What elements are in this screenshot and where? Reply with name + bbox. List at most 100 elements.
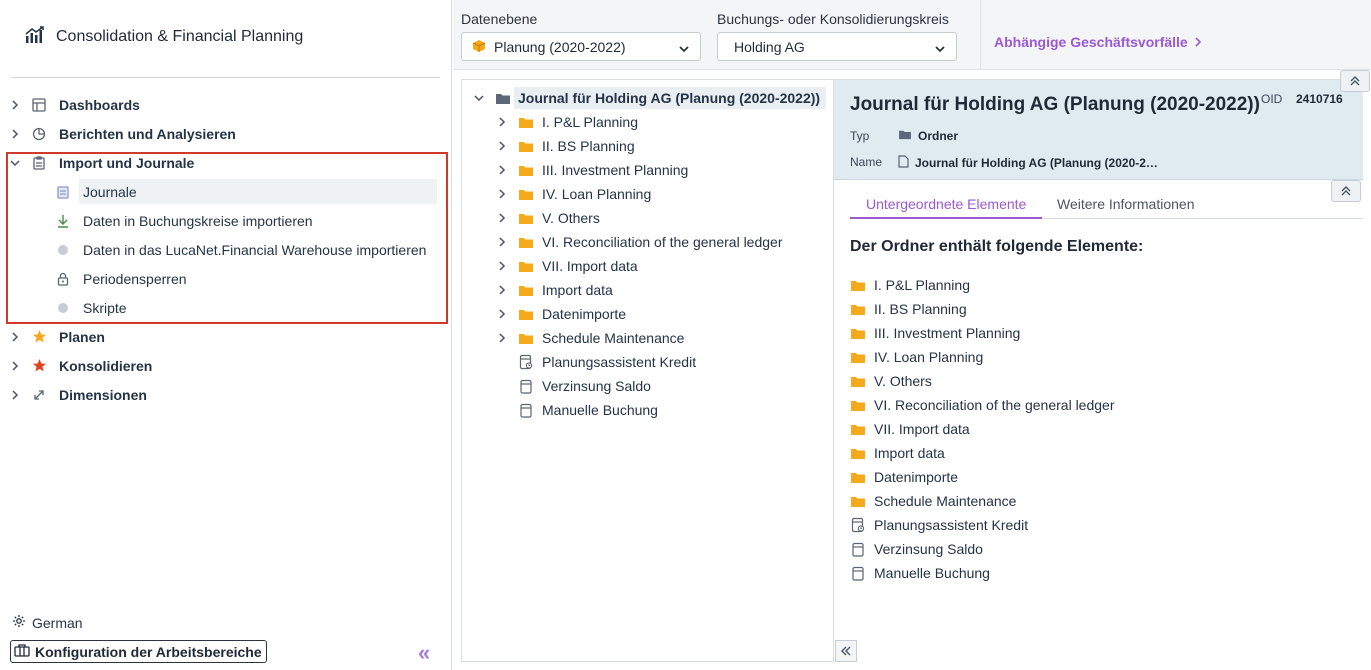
child-element-row[interactable]: Datenimporte xyxy=(850,465,958,489)
chevron-right-icon[interactable] xyxy=(496,284,508,296)
tree-item[interactable]: Planungsassistent Kredit xyxy=(462,350,832,374)
folder-icon xyxy=(518,162,534,178)
chevron-right-icon[interactable] xyxy=(496,236,508,248)
tree-item[interactable]: IV. Loan Planning xyxy=(462,182,832,206)
tree-root[interactable]: Journal für Holding AG (Planung (2020-20… xyxy=(462,86,832,110)
chevron-right-icon[interactable] xyxy=(496,140,508,152)
chevron-right-icon[interactable] xyxy=(496,164,508,176)
document-icon xyxy=(898,155,909,171)
chevron-right-icon[interactable] xyxy=(9,128,21,140)
tree-item[interactable]: Import data xyxy=(462,278,832,302)
workspace-config-label: Konfiguration der Arbeitsbereiche xyxy=(35,643,262,660)
tab-untergeordnete-elemente[interactable]: Untergeordnete Elemente xyxy=(850,196,1043,219)
tree-item[interactable]: I. P&L Planning xyxy=(462,110,832,134)
tree-root-label: Journal für Holding AG (Planung (2020-20… xyxy=(518,90,821,106)
dependent-transactions-link[interactable]: Abhängige Geschäftsvorfälle xyxy=(994,34,1202,50)
tree-item[interactable]: Schedule Maintenance xyxy=(462,326,832,350)
chevron-right-icon[interactable] xyxy=(496,188,508,200)
collapse-sidebar-button[interactable]: « xyxy=(418,640,430,666)
chevron-right-icon[interactable] xyxy=(496,116,508,128)
chevron-right-icon[interactable] xyxy=(496,308,508,320)
toolbar-separator xyxy=(980,0,981,70)
folder-icon xyxy=(518,138,534,154)
workspace-config-button[interactable]: Konfiguration der Arbeitsbereiche xyxy=(10,640,267,663)
folder-icon xyxy=(850,277,866,293)
folder-icon xyxy=(850,373,866,389)
chevron-right-icon[interactable] xyxy=(9,389,21,401)
child-element-row[interactable]: Planungsassistent Kredit xyxy=(850,513,1028,537)
tree-item-label: VII. Import data xyxy=(542,258,638,274)
typ-value: Ordner xyxy=(898,129,958,143)
child-element-row[interactable]: Import data xyxy=(850,441,945,465)
child-element-row[interactable]: Verzinsung Saldo xyxy=(850,537,983,561)
folder-icon xyxy=(518,234,534,250)
tree-item[interactable]: VI. Reconciliation of the general ledger xyxy=(462,230,832,254)
tree-item[interactable]: V. Others xyxy=(462,206,832,230)
chevron-right-icon[interactable] xyxy=(496,260,508,272)
tree-item-label: Datenimporte xyxy=(542,306,627,322)
sidebar-item-dashboards[interactable]: Dashboards xyxy=(0,90,452,119)
child-element-row[interactable]: V. Others xyxy=(850,369,932,393)
detail-header: Journal für Holding AG (Planung (2020-20… xyxy=(834,80,1363,180)
chevron-right-icon[interactable] xyxy=(496,332,508,344)
tree-item-label: VI. Reconciliation of the general ledger xyxy=(542,234,783,250)
tree-item-label: Manuelle Buchung xyxy=(542,402,658,418)
assistant-icon xyxy=(850,517,866,533)
tab-weitere-informationen[interactable]: Weitere Informationen xyxy=(1057,196,1194,219)
folder-icon xyxy=(518,210,534,226)
tree-item[interactable]: Manuelle Buchung xyxy=(462,398,832,422)
kreis-select[interactable]: Holding AG xyxy=(717,32,957,61)
tree-item[interactable]: Datenimporte xyxy=(462,302,832,326)
language-selector[interactable]: German xyxy=(12,614,83,631)
oid-value: 2410716 xyxy=(1296,92,1343,106)
folder-icon xyxy=(495,90,511,106)
folder-icon xyxy=(850,493,866,509)
tree-item[interactable]: Verzinsung Saldo xyxy=(462,374,832,398)
child-element-row[interactable]: VI. Reconciliation of the general ledger xyxy=(850,393,1114,417)
sidebar-item-konsolidieren[interactable]: Konsolidieren xyxy=(0,351,452,380)
collapse-panel-button[interactable] xyxy=(835,640,857,662)
child-element-label: Planungsassistent Kredit xyxy=(874,517,1029,533)
datenebene-select[interactable]: Planung (2020-2022) xyxy=(461,32,701,61)
folder-icon xyxy=(850,421,866,437)
detail-title: Journal für Holding AG (Planung (2020-20… xyxy=(850,94,1260,115)
datenebene-label: Datenebene xyxy=(461,11,538,27)
briefcase-icon xyxy=(14,643,30,660)
sidebar-item-berichten[interactable]: Berichten und Analysieren xyxy=(0,119,452,148)
sidebar-item-label: Berichten und Analysieren xyxy=(59,125,236,142)
tree-item[interactable]: III. Investment Planning xyxy=(462,158,832,182)
child-element-row[interactable]: III. Investment Planning xyxy=(850,321,1020,345)
child-element-label: Datenimporte xyxy=(874,469,959,485)
folder-icon xyxy=(850,469,866,485)
sidebar-item-planen[interactable]: Planen xyxy=(0,322,452,351)
child-element-row[interactable]: II. BS Planning xyxy=(850,297,967,321)
tree-item-label: II. BS Planning xyxy=(542,138,635,154)
tree-item[interactable]: VII. Import data xyxy=(462,254,832,278)
name-value-text: Journal für Holding AG (Planung (2020-2… xyxy=(915,156,1158,170)
child-element-label: II. BS Planning xyxy=(874,301,967,317)
dashboard-icon xyxy=(31,97,47,113)
child-element-label: III. Investment Planning xyxy=(874,325,1021,341)
chevron-right-icon[interactable] xyxy=(9,99,21,111)
chevron-right-icon[interactable] xyxy=(9,331,21,343)
chevron-down-icon xyxy=(678,41,690,57)
child-element-row[interactable]: Manuelle Buchung xyxy=(850,561,990,585)
chevron-right-icon[interactable] xyxy=(9,360,21,372)
sidebar-item-dimensionen[interactable]: Dimensionen xyxy=(0,380,452,409)
folder-icon xyxy=(850,325,866,341)
folder-icon xyxy=(850,301,866,317)
child-element-row[interactable]: VII. Import data xyxy=(850,417,970,441)
child-element-row[interactable]: I. P&L Planning xyxy=(850,273,970,297)
collapse-header-button[interactable] xyxy=(1340,70,1370,92)
toolbar: Datenebene Planung (2020-2022) Buchungs-… xyxy=(453,0,1371,70)
journal-icon xyxy=(518,402,534,418)
folder-icon xyxy=(898,129,912,143)
tree-item[interactable]: II. BS Planning xyxy=(462,134,832,158)
journal-icon xyxy=(850,565,866,581)
chevron-down-icon[interactable] xyxy=(473,92,485,104)
chevron-right-icon[interactable] xyxy=(496,212,508,224)
child-element-row[interactable]: IV. Loan Planning xyxy=(850,345,983,369)
collapse-details-button[interactable] xyxy=(1331,180,1361,202)
child-element-row[interactable]: Schedule Maintenance xyxy=(850,489,1016,513)
sidebar-divider xyxy=(11,77,440,78)
